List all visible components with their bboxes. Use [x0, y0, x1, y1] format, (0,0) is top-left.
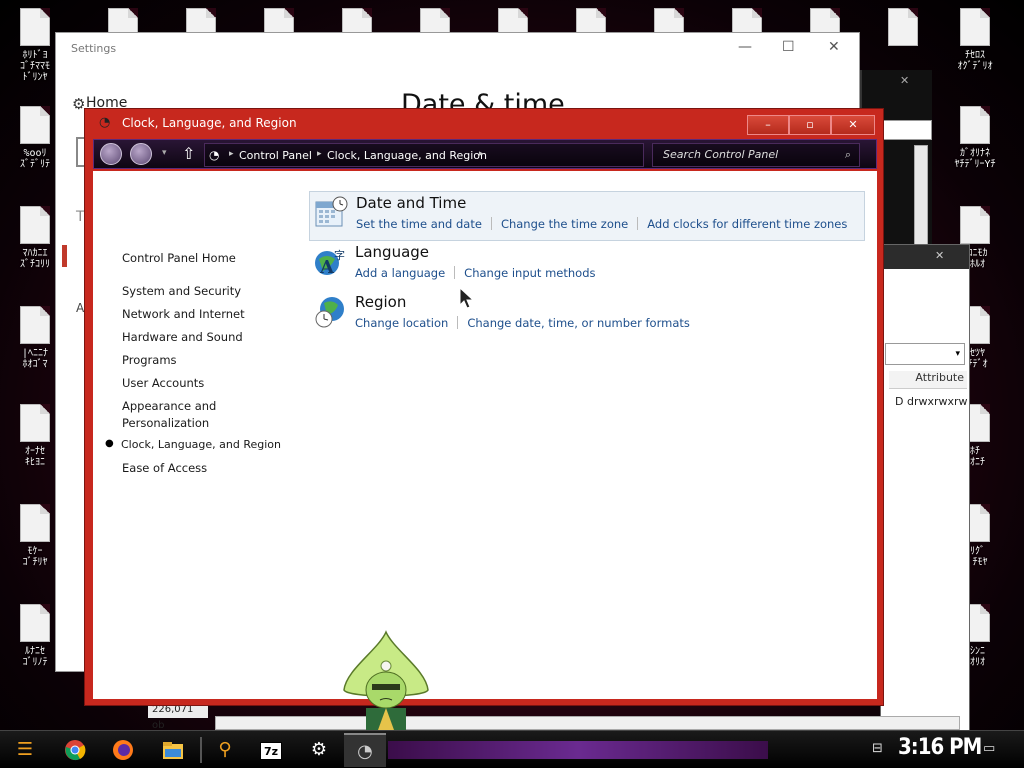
network-icon[interactable]: ⊟ — [872, 741, 883, 756]
window-title: Clock, Language, and Region — [122, 116, 297, 130]
column-header-attribute[interactable]: Attribute — [889, 371, 967, 389]
close-icon[interactable]: ✕ — [900, 74, 909, 87]
svg-text:字: 字 — [334, 248, 345, 262]
taskbar: ☰ ⚲ 7z ⚙ ◔ ⊟ 3:16 PM ▭ — [0, 730, 1024, 768]
search-icon[interactable]: ⌕ — [845, 144, 851, 166]
desktop-file-icon[interactable]: ｶﾞｵﾘﾅﾈ ﾔﾁﾃﾞﾘｰYﾁ — [940, 106, 1010, 170]
control-panel-icon: ◔ — [99, 115, 111, 130]
breadcrumb-separator-icon[interactable]: ▸ — [479, 149, 484, 159]
file-explorer-icon[interactable] — [152, 733, 194, 767]
desktop-icon-label: ｶﾞｵﾘﾅﾈ ﾔﾁﾃﾞﾘｰYﾁ — [954, 148, 996, 170]
category-heading-date-and-time[interactable]: Date and Time — [356, 194, 466, 212]
link-divider — [457, 316, 459, 329]
address-bar[interactable]: ◔ ▸ Control Panel ▸ Clock, Language, and… — [204, 143, 644, 167]
nav-network-and-internet[interactable]: Network and Internet — [122, 306, 245, 322]
chrome-icon[interactable] — [54, 733, 96, 767]
desktop-icon-label: ﾁｾﾛｽ ｵｸﾞﾃﾞﾘｵ — [957, 50, 993, 72]
background-input[interactable] — [882, 120, 932, 140]
settings-gear-icon[interactable]: ⚙ — [298, 733, 340, 767]
maximize-icon[interactable]: ☐ — [782, 39, 795, 55]
nav-ease-of-access[interactable]: Ease of Access — [122, 460, 207, 476]
link-change-location[interactable]: Change location — [355, 316, 448, 330]
link-divider — [637, 217, 639, 230]
link-change-input-methods[interactable]: Change input methods — [464, 266, 595, 280]
nav-system-and-security[interactable]: System and Security — [122, 283, 241, 299]
horizontal-scrollbar[interactable] — [215, 716, 960, 730]
category-links: Add a language Change input methods — [355, 266, 596, 280]
taskbar-decoration — [388, 741, 768, 759]
nav-appearance-and-personalization[interactable]: Personalization — [122, 415, 209, 431]
close-icon[interactable]: ✕ — [828, 39, 840, 55]
svg-text:A: A — [319, 257, 335, 278]
7zip-icon[interactable]: 7z — [250, 733, 292, 767]
search-placeholder: Search Control Panel — [663, 148, 779, 161]
nav-hardware-and-sound[interactable]: Hardware and Sound — [122, 329, 243, 345]
category-language: A 字 Language Add a language Change input … — [309, 241, 865, 291]
breadcrumb-separator-icon[interactable]: ▸ — [229, 149, 234, 159]
7zip-label: 7z — [260, 742, 282, 760]
link-add-clocks[interactable]: Add clocks for different time zones — [647, 217, 847, 231]
link-change-time-zone[interactable]: Change the time zone — [501, 217, 628, 231]
firefox-icon[interactable] — [102, 733, 144, 767]
maximize-button[interactable]: ▫ — [789, 115, 831, 135]
back-button[interactable] — [100, 143, 122, 165]
taskbar-separator — [200, 737, 202, 763]
settings-nav-label: A — [76, 301, 85, 315]
notifications-icon[interactable]: ▭ — [983, 741, 995, 756]
explorer-window[interactable]: ✕ ▾ Attribute D drwxrwxrw — [880, 244, 970, 732]
chevron-down-icon[interactable]: ▾ — [162, 148, 167, 158]
attribute-cell: D drwxrwxrw — [895, 395, 968, 408]
control-panel-icon: ◔ — [209, 148, 220, 162]
explorer-titlebar[interactable]: ✕ — [881, 245, 969, 269]
content-area: Control Panel Home System and Security N… — [93, 171, 877, 699]
globe-clock-icon — [315, 297, 344, 328]
link-add-language[interactable]: Add a language — [355, 266, 445, 280]
minimize-icon[interactable]: — — [738, 39, 752, 55]
settings-title: Settings — [71, 42, 117, 55]
category-links: Set the time and date Change the time zon… — [356, 217, 847, 231]
up-arrow-icon[interactable]: ⇧ — [182, 144, 195, 163]
taskbar-clock[interactable]: 3:16 PM — [898, 735, 982, 760]
current-bullet-icon: ● — [105, 438, 114, 449]
link-divider — [454, 266, 456, 279]
forward-button[interactable] — [130, 143, 152, 165]
link-change-formats[interactable]: Change date, time, or number formats — [467, 316, 690, 330]
nav-appearance-and-personalization[interactable]: Appearance and — [122, 398, 216, 414]
category-date-and-time: Date and Time Set the time and date Chang… — [309, 191, 865, 241]
desktop-file-icon[interactable]: ﾁｾﾛｽ ｵｸﾞﾃﾞﾘｵ — [940, 8, 1010, 72]
mascot-character-icon — [343, 630, 429, 730]
navigation-bar: ▾ ⇧ ◔ ▸ Control Panel ▸ Clock, Language,… — [93, 139, 877, 169]
search-icon[interactable]: ⚲ — [204, 733, 246, 767]
nav-user-accounts[interactable]: User Accounts — [122, 375, 204, 391]
chevron-down-icon[interactable]: ▾ — [885, 343, 965, 365]
control-panel-icon[interactable]: ◔ — [344, 733, 386, 767]
nav-clock-language-region: Clock, Language, and Region — [121, 438, 282, 451]
minimize-button[interactable]: – — [747, 115, 789, 135]
category-links: Change location Change date, time, or num… — [355, 316, 690, 330]
close-button[interactable]: ✕ — [831, 115, 875, 135]
control-panel-window[interactable]: ◔ Clock, Language, and Region – ▫ ✕ ▾ ⇧ … — [84, 108, 884, 706]
titlebar[interactable]: ◔ Clock, Language, and Region – ▫ ✕ — [85, 109, 883, 137]
search-input[interactable]: Search Control Panel ⌕ — [652, 143, 860, 167]
category-region: Region Change location Change date, time,… — [309, 291, 865, 341]
calendar-clock-icon — [315, 196, 348, 227]
category-heading-language[interactable]: Language — [355, 243, 429, 261]
calendar-icon[interactable] — [62, 245, 67, 267]
mouse-cursor-icon — [459, 287, 475, 309]
breadcrumb-separator-icon[interactable]: ▸ — [317, 149, 322, 159]
breadcrumb-clock-language-region[interactable]: Clock, Language, and Region — [327, 149, 487, 162]
language-icon: A 字 — [315, 248, 345, 278]
category-heading-region[interactable]: Region — [355, 293, 406, 311]
close-icon[interactable]: ✕ — [935, 249, 944, 262]
nav-control-panel-home[interactable]: Control Panel Home — [122, 250, 236, 266]
desktop-file-icon[interactable] — [868, 8, 938, 46]
breadcrumb-control-panel[interactable]: Control Panel — [239, 149, 312, 162]
start-icon[interactable]: ☰ — [4, 733, 46, 767]
link-divider — [490, 217, 492, 230]
link-set-time-and-date[interactable]: Set the time and date — [356, 217, 482, 231]
nav-programs[interactable]: Programs — [122, 352, 177, 368]
